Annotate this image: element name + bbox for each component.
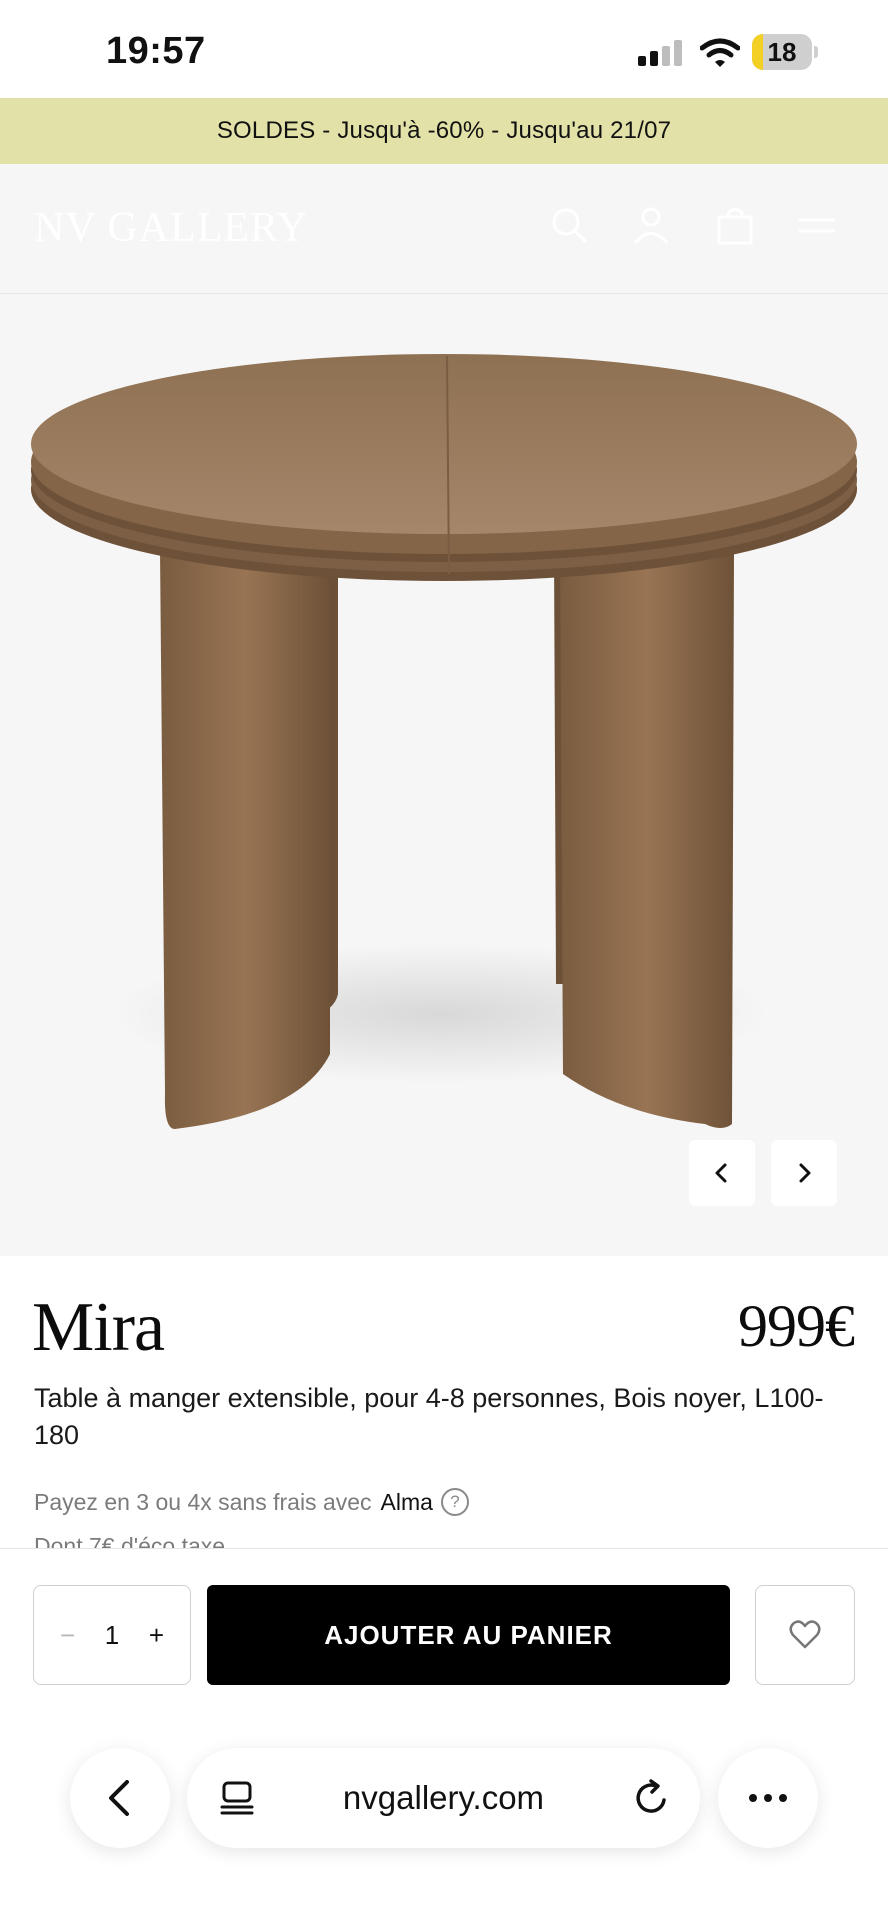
chevron-right-icon (799, 1163, 811, 1183)
status-bar: 19:57 18 (0, 0, 888, 98)
quantity-decrease-button[interactable]: − (60, 1620, 75, 1651)
payment-brand: Alma (380, 1488, 433, 1515)
url-domain[interactable]: nvgallery.com (187, 1748, 700, 1848)
search-icon[interactable] (548, 204, 590, 246)
battery-icon: 18 (752, 34, 818, 70)
battery-level: 18 (767, 37, 797, 67)
add-to-cart-button[interactable]: AJOUTER AU PANIER (207, 1585, 730, 1685)
quantity-value[interactable]: 1 (105, 1620, 119, 1651)
more-button[interactable] (718, 1748, 818, 1848)
status-time: 19:57 (106, 30, 206, 72)
menu-icon[interactable] (796, 204, 838, 246)
payment-text: Payez en 3 ou 4x sans frais avec (34, 1488, 372, 1515)
product-title: Mira (32, 1289, 165, 1366)
product-image (31, 354, 857, 1129)
help-icon[interactable]: ? (440, 1488, 469, 1516)
heart-icon (789, 1620, 821, 1649)
chevron-left-icon (715, 1163, 727, 1183)
cart-icon[interactable] (714, 204, 756, 246)
cellular-signal-icon (638, 40, 686, 66)
wishlist-button[interactable] (755, 1585, 855, 1685)
more-icon (749, 1794, 757, 1802)
quantity-increase-button[interactable]: + (149, 1620, 164, 1651)
site-logo[interactable]: NV GALLERY (34, 204, 308, 252)
browser-back-button[interactable] (70, 1748, 170, 1848)
browser-toolbar: nvgallery.com (0, 1698, 888, 1920)
eco-tax-note: Dont 7€ d'éco taxe (34, 1533, 226, 1548)
reload-icon[interactable] (632, 1778, 672, 1818)
product-image-gallery[interactable] (0, 294, 888, 1256)
product-price: 999€ (738, 1293, 855, 1359)
quantity-stepper: − 1 + (33, 1585, 191, 1685)
gallery-prev-button[interactable] (689, 1140, 755, 1206)
address-bar[interactable]: nvgallery.com (187, 1748, 700, 1848)
site-header: NV GALLERY (0, 164, 888, 294)
gallery-next-button[interactable] (771, 1140, 837, 1206)
product-description: Table à manger extensible, pour 4-8 pers… (34, 1383, 824, 1450)
wifi-icon (700, 38, 740, 67)
back-arrow-icon (109, 1780, 129, 1816)
payment-info: Payez en 3 ou 4x sans frais avec Alma ? (34, 1488, 469, 1516)
promo-banner[interactable]: SOLDES - Jusqu'à -60% - Jusqu'au 21/07 (0, 98, 888, 164)
account-icon[interactable] (630, 204, 672, 246)
add-to-cart-bar: − 1 + AJOUTER AU PANIER (0, 1548, 888, 1698)
